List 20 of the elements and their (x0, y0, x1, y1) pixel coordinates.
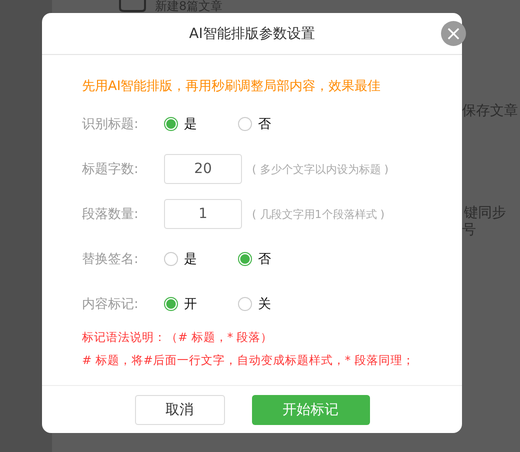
hint-text: ( 多少个文字以内设为标题 ) (252, 162, 389, 176)
number-field[interactable]: 20 (164, 154, 242, 184)
field-label: 识别标题: (82, 116, 140, 133)
field-label: 标题字数: (82, 161, 140, 178)
note-text: # 标题，将#后面一行文字，自动变成标题样式，* 段落同理； (82, 353, 416, 368)
radio-option[interactable]: 关 (238, 295, 312, 313)
number-field[interactable]: 1 (164, 199, 242, 229)
radio-option[interactable]: 否 (238, 115, 312, 133)
dialog-title: AI智能排版参数设置 (189, 24, 315, 42)
tip-text: 先用AI智能排版，再用秒刷调整局部内容，效果最佳 (82, 78, 382, 96)
cancel-button[interactable]: 取消 (134, 394, 224, 424)
field-label: 段落数量: (82, 206, 140, 223)
hint-text: ( 几段文字用1个段落样式 ) (252, 206, 385, 222)
radio-option[interactable]: 否 (238, 250, 312, 268)
field-label: 替换签名: (82, 251, 140, 268)
radio-option[interactable]: 开 (164, 295, 238, 313)
radio-option[interactable]: 是 (164, 115, 238, 133)
radio-option[interactable]: 是 (164, 250, 238, 268)
note-text: 标记语法说明：（# 标题，* 段落） (82, 330, 274, 345)
field-label: 内容标记: (82, 296, 140, 313)
